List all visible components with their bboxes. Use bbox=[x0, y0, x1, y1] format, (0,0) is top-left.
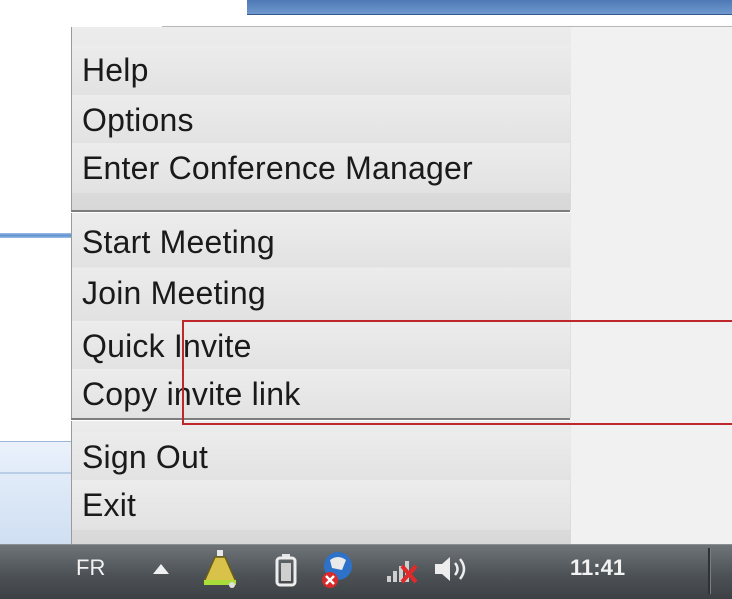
menu-item-options[interactable]: Options bbox=[71, 95, 570, 145]
network-icon[interactable] bbox=[384, 552, 420, 586]
action-center-icon[interactable] bbox=[318, 550, 354, 590]
battery-icon[interactable] bbox=[275, 553, 297, 587]
clock[interactable]: 11:41 bbox=[570, 555, 625, 581]
menu-item-help[interactable]: Help bbox=[71, 45, 570, 95]
menu-item-join-meeting[interactable]: Join Meeting bbox=[71, 268, 570, 318]
volume-icon[interactable] bbox=[432, 553, 472, 585]
show-hidden-icons-arrow[interactable] bbox=[152, 563, 170, 575]
menu-item-exit[interactable]: Exit bbox=[71, 480, 570, 530]
background-window-titlebar bbox=[247, 0, 732, 15]
language-indicator[interactable]: FR bbox=[76, 555, 105, 581]
menu-item-start-meeting[interactable]: Start Meeting bbox=[71, 217, 570, 267]
menu-item-sign-out[interactable]: Sign Out bbox=[71, 432, 570, 482]
app-tray-icon[interactable] bbox=[202, 548, 240, 590]
highlight-box bbox=[182, 320, 732, 425]
show-desktop-divider[interactable] bbox=[708, 548, 711, 594]
menu-item-enter-conference-manager[interactable]: Enter Conference Manager bbox=[71, 143, 570, 193]
